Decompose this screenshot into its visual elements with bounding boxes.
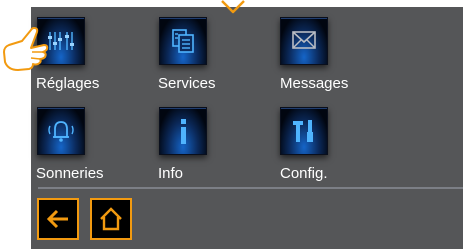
back-button[interactable] xyxy=(37,198,79,240)
services-label: Services xyxy=(158,75,216,92)
divider xyxy=(38,187,463,189)
sonneries-tile[interactable] xyxy=(37,107,85,155)
pointing-hand-icon xyxy=(3,27,49,71)
back-arrow-icon xyxy=(46,209,68,229)
documents-icon xyxy=(172,29,194,53)
info-tile[interactable] xyxy=(159,107,207,155)
info-icon xyxy=(181,119,186,144)
bell-icon xyxy=(48,121,74,142)
config-label: Config. xyxy=(280,165,328,182)
messages-tile[interactable] xyxy=(280,17,328,65)
home-button[interactable] xyxy=(90,198,132,240)
sonneries-label: Sonneries xyxy=(36,165,104,182)
config-tile[interactable] xyxy=(280,107,328,155)
home-icon xyxy=(100,207,122,231)
reglages-label: Réglages xyxy=(36,75,100,92)
tools-icon xyxy=(293,120,313,142)
messages-label: Messages xyxy=(280,75,349,92)
scroll-up-indicator xyxy=(221,0,245,14)
envelope-icon xyxy=(292,31,316,49)
info-label: Info xyxy=(158,165,184,182)
services-tile[interactable] xyxy=(159,17,207,65)
